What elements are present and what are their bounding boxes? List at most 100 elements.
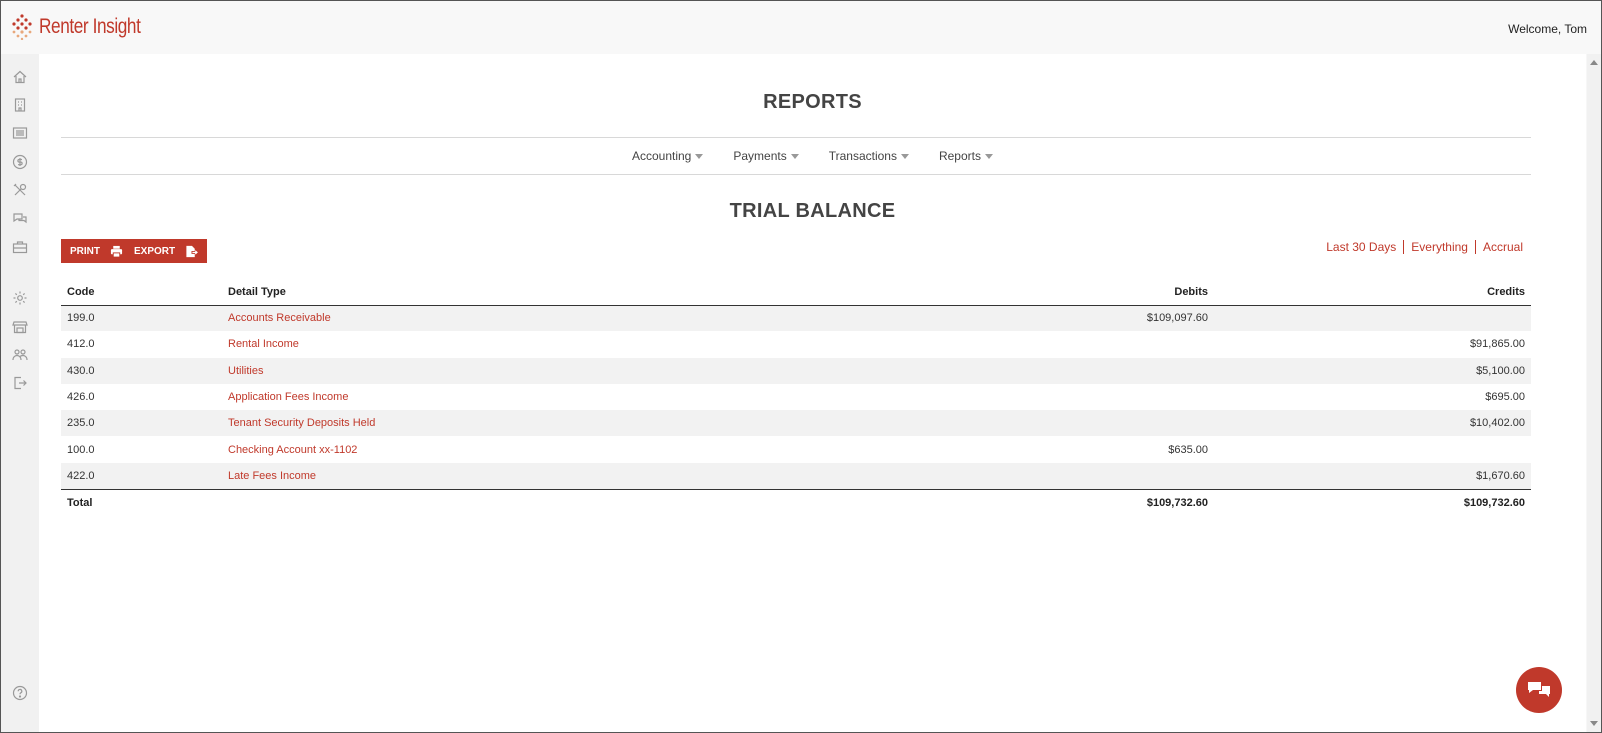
table-row: 426.0 Application Fees Income $695.00	[61, 384, 1531, 410]
total-credits: $109,732.60	[1214, 488, 1531, 517]
nav-label: Payments	[733, 149, 787, 163]
caret-down-icon	[985, 153, 993, 159]
users-icon[interactable]	[11, 346, 29, 364]
dollar-icon[interactable]	[11, 153, 29, 171]
account-link[interactable]: Rental Income	[228, 338, 299, 350]
vertical-scrollbar[interactable]	[1587, 54, 1601, 732]
divider	[61, 137, 1531, 138]
filter-date-range[interactable]: Last 30 Days	[1319, 240, 1403, 254]
cell-debits	[894, 357, 1214, 384]
table-row: 422.0 Late Fees Income $1,670.60	[61, 462, 1531, 490]
report-filters: Last 30 Days Everything Accrual	[1319, 240, 1530, 254]
gear-icon[interactable]	[11, 289, 29, 307]
chat-widget-button[interactable]	[1516, 667, 1562, 713]
cell-code: 430.0	[61, 357, 222, 384]
cell-code: 422.0	[61, 462, 222, 490]
divider	[61, 174, 1531, 175]
briefcase-icon[interactable]	[11, 238, 29, 256]
welcome-text[interactable]: Welcome, Tom	[1508, 22, 1587, 36]
total-debits: $109,732.60	[894, 488, 1214, 517]
filter-scope[interactable]: Everything	[1403, 240, 1475, 254]
export-file-icon	[186, 245, 199, 257]
cell-credits	[1214, 305, 1531, 332]
cell-detail: Late Fees Income	[222, 462, 894, 490]
logo[interactable]: Renter Insight	[10, 14, 163, 40]
cell-code: 426.0	[67, 391, 95, 404]
main-content: REPORTS Accounting Payments Transactions…	[39, 54, 1586, 732]
app-window: Renter Insight Welcome, Tom REPORTS Acco…	[0, 0, 1602, 733]
col-debits: Debits	[894, 278, 1214, 306]
cell-credits: $10,402.00	[1214, 410, 1531, 437]
help-icon[interactable]	[11, 684, 29, 702]
report-title: TRIAL BALANCE	[729, 200, 896, 222]
building-icon[interactable]	[11, 96, 29, 114]
nav-reports[interactable]: Reports	[939, 149, 993, 163]
caret-down-icon	[900, 153, 909, 159]
cell-debits	[894, 410, 1214, 437]
cell-code: 235.0	[61, 410, 222, 437]
export-label: EXPORT	[134, 245, 176, 257]
nav-transactions[interactable]: Transactions	[829, 149, 909, 163]
cell-detail: Application Fees Income	[222, 384, 894, 410]
account-link[interactable]: Accounts Receivable	[228, 312, 331, 324]
col-credits: Credits	[1214, 278, 1531, 306]
filter-basis[interactable]: Accrual	[1474, 240, 1530, 254]
cell-detail: Accounts Receivable	[222, 305, 894, 332]
nav-payments[interactable]: Payments	[733, 149, 799, 163]
account-link[interactable]: Utilities	[228, 365, 263, 377]
top-bar: Renter Insight Welcome, Tom	[1, 1, 1601, 54]
logo-diamond-icon	[12, 14, 32, 40]
scroll-down-arrow-icon[interactable]	[1590, 721, 1598, 726]
cell-detail: Utilities	[222, 357, 894, 384]
total-row: Total $109,732.60 $109,732.60	[61, 488, 1531, 517]
cell-detail: Checking Account xx-1102	[222, 436, 894, 462]
cell-debits	[894, 331, 1214, 357]
table-row: 412.0 Rental Income $91,865.00	[61, 331, 1531, 357]
logout-icon[interactable]	[11, 374, 29, 392]
account-link[interactable]: Application Fees Income	[228, 391, 348, 403]
sidebar	[1, 54, 39, 732]
cell-credits	[1214, 436, 1531, 462]
list-icon[interactable]	[11, 124, 29, 142]
export-button[interactable]: EXPORT	[125, 239, 208, 263]
table-row: 199.0 Accounts Receivable $109,097.60	[61, 305, 1531, 332]
col-code: Code	[61, 278, 222, 306]
total-label: Total	[61, 488, 222, 517]
table-header-row: Code Detail Type Debits Credits	[61, 278, 1531, 306]
account-link[interactable]: Tenant Security Deposits Held	[228, 417, 375, 429]
table-row: 235.0 Tenant Security Deposits Held $10,…	[61, 410, 1531, 437]
cell-detail: Rental Income	[222, 331, 894, 357]
nav-label: Transactions	[828, 149, 897, 163]
print-button[interactable]: PRINT	[61, 239, 132, 263]
caret-down-icon	[695, 153, 704, 159]
cell-code: 100.0	[67, 443, 95, 456]
printer-icon	[110, 245, 123, 258]
trial-balance-table: Code Detail Type Debits Credits 199.0 Ac…	[61, 278, 1531, 517]
chat-icon[interactable]	[11, 210, 29, 228]
account-link[interactable]: Late Fees Income	[228, 470, 316, 482]
reports-nav: Accounting Payments Transactions Reports	[39, 149, 1586, 163]
cell-credits: $1,670.60	[1214, 462, 1531, 490]
home-icon[interactable]	[11, 68, 29, 86]
cell-credits: $5,100.00	[1214, 357, 1531, 384]
nav-accounting[interactable]: Accounting	[631, 149, 704, 163]
nav-label: Reports	[938, 149, 981, 163]
cell-debits: $109,097.60	[894, 305, 1214, 332]
nav-label: Accounting	[631, 149, 692, 163]
table-row: 100.0 Checking Account xx-1102 $635.00	[61, 436, 1531, 462]
print-label: PRINT	[70, 245, 100, 257]
caret-down-icon	[790, 153, 799, 159]
store-icon[interactable]	[11, 318, 29, 336]
cell-detail-empty	[222, 488, 894, 517]
account-link[interactable]: Checking Account xx-1102	[228, 444, 357, 456]
chat-bubbles-icon	[1528, 682, 1550, 697]
cell-debits: $635.00	[1168, 443, 1208, 456]
tools-icon[interactable]	[11, 181, 29, 199]
cell-code: 412.0	[67, 338, 95, 351]
cell-debits	[894, 462, 1214, 490]
scroll-up-arrow-icon[interactable]	[1590, 60, 1598, 65]
col-detail-type: Detail Type	[222, 278, 894, 306]
cell-credits: $695.00	[1485, 391, 1525, 404]
cell-code: 199.0	[61, 305, 222, 332]
table-row: 430.0 Utilities $5,100.00	[61, 357, 1531, 384]
